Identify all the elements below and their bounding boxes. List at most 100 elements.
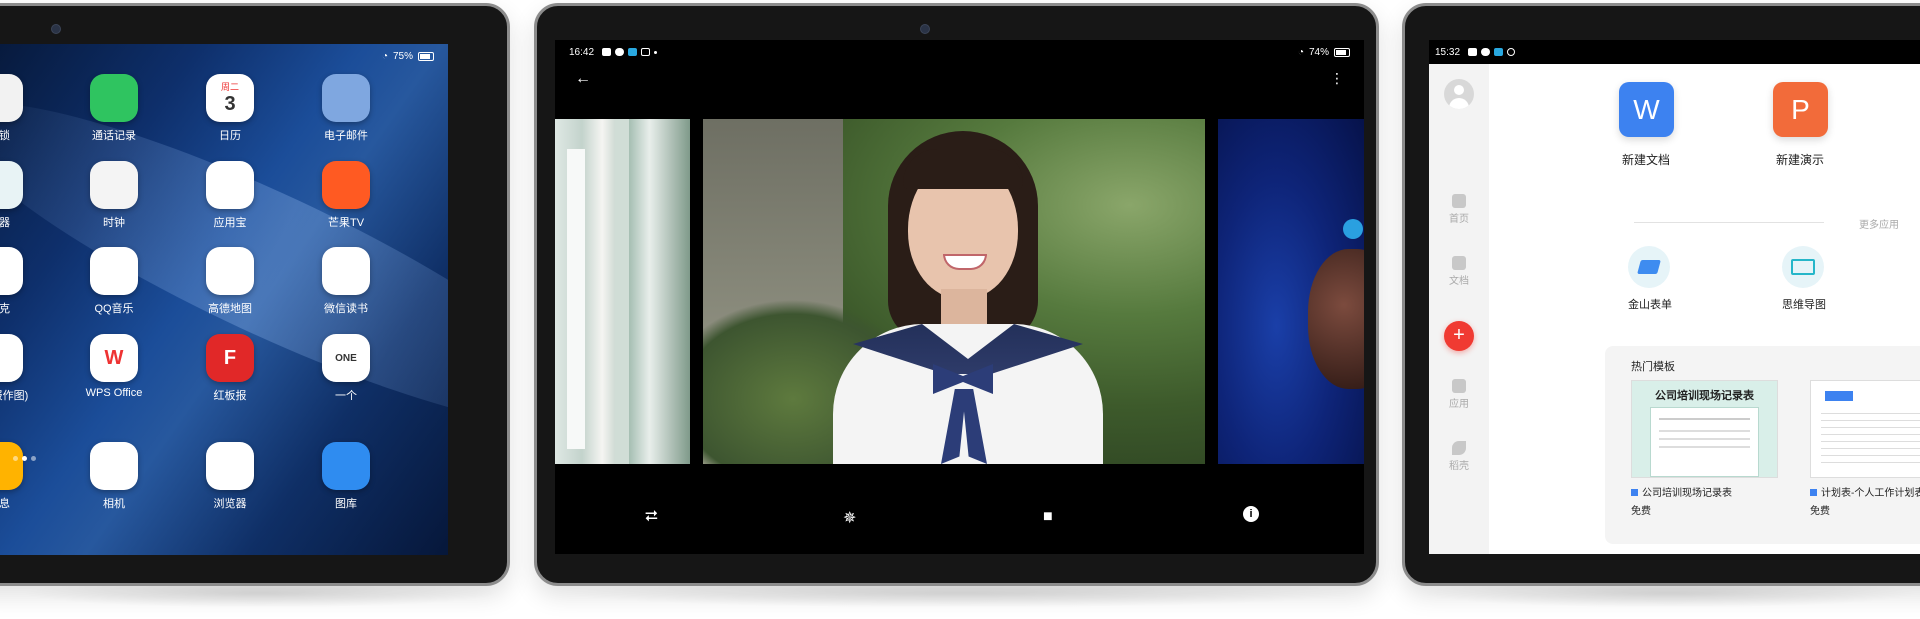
app-appstore[interactable]: 应用宝: [175, 161, 285, 230]
back-icon[interactable]: ←: [575, 70, 591, 88]
app-label: 一个: [335, 390, 357, 402]
document-icon: [1452, 256, 1466, 270]
app-label: 算器: [0, 217, 10, 229]
app-wps[interactable]: W WPS Office: [59, 334, 169, 399]
app-label: 日历: [219, 130, 241, 142]
app-label: 通话记录: [92, 130, 136, 142]
qq-music-icon: [90, 247, 138, 295]
amap-icon: [206, 247, 254, 295]
rail-docs[interactable]: 文档: [1429, 256, 1489, 287]
lock-icon: [0, 74, 23, 122]
app-label: 信息: [0, 498, 10, 510]
leaf-icon: [1452, 441, 1466, 455]
app-label: 高德地图: [208, 303, 252, 315]
home-screen: ◔ 75% 用锁 通话记录 周二3 日历 电子邮件算器 时钟 应用宝 芒果TV 夸克 QQ音乐 高德…: [0, 44, 448, 555]
doc-type-icon: [1631, 489, 1638, 496]
app-clock[interactable]: 时钟: [59, 161, 169, 230]
app-label: 时钟: [103, 217, 125, 229]
share-icon[interactable]: ⮂: [645, 508, 658, 526]
battery-text: 74%: [1308, 46, 1329, 58]
rail-apps[interactable]: 应用: [1429, 379, 1489, 410]
template-name[interactable]: 计划表-个人工作计划表: [1810, 484, 1920, 499]
wifi-icon: ◔: [381, 50, 388, 62]
avatar[interactable]: [1444, 79, 1474, 109]
app-label: 图库: [335, 498, 357, 510]
app-calculator[interactable]: 算器: [0, 161, 54, 230]
app-label: 浏览器: [213, 498, 247, 510]
tablet-gallery: 16:42 ◔ 74% ← ⋮ ⮂ ✵ ■ i: [534, 3, 1379, 586]
edit-effects-icon[interactable]: ✵: [843, 508, 856, 528]
app-label: 应用宝: [213, 217, 247, 229]
more-options-icon[interactable]: ⋮: [1330, 70, 1344, 87]
templates-title: 热门模板: [1631, 361, 1675, 373]
poster-icon: [0, 334, 23, 382]
app-gallery[interactable]: 图库: [291, 442, 401, 511]
app-label: 芒果TV: [327, 217, 365, 229]
info-icon[interactable]: i: [1243, 506, 1259, 522]
app-message[interactable]: 信息: [0, 442, 54, 511]
location-notif-icon: [1507, 48, 1516, 56]
cloud-notif-icon: [615, 48, 625, 56]
new-doc-icon[interactable]: W: [1619, 82, 1674, 137]
tablet-home: ◔ 75% 用锁 通话记录 周二3 日历 电子邮件算器 时钟 应用宝 芒果TV 夸克 QQ音乐 高德…: [0, 3, 510, 586]
status-bar: ◔ 75%: [0, 44, 448, 68]
app-phone[interactable]: 通话记录: [59, 74, 169, 143]
template-name[interactable]: 公司培训现场记录表: [1631, 484, 1732, 499]
app-label: 夸克: [0, 303, 10, 315]
flipboard-icon: F: [206, 334, 254, 382]
app-label: E(海报作图): [0, 390, 29, 402]
front-camera: [920, 24, 930, 34]
status-time: 16:42: [569, 46, 595, 58]
previous-photo[interactable]: [555, 119, 690, 464]
battery-icon: [418, 51, 434, 61]
mango-tv-icon: [322, 161, 370, 209]
front-camera: [51, 24, 61, 34]
app-wechat-read[interactable]: 微信读书: [291, 247, 401, 316]
app-label: 红板报: [213, 390, 247, 402]
new-slides-label: 新建演示: [1776, 153, 1825, 167]
template-thumb[interactable]: 公司培训现场记录表: [1631, 380, 1778, 478]
mail-icon: [322, 74, 370, 122]
gallery-screen: 16:42 ◔ 74% ← ⋮ ⮂ ✵ ■ i: [555, 40, 1364, 554]
rail-docer[interactable]: 稻壳: [1429, 441, 1489, 472]
app-amap[interactable]: 高德地图: [175, 247, 285, 316]
delete-icon[interactable]: ■: [1043, 508, 1053, 526]
wps-icon: W: [90, 334, 138, 382]
new-slides-icon[interactable]: P: [1773, 82, 1828, 137]
app-poster[interactable]: E(海报作图): [0, 334, 54, 403]
add-button[interactable]: +: [1444, 321, 1474, 351]
apps-icon: [1452, 379, 1466, 393]
app-camera[interactable]: 相机: [59, 442, 169, 511]
app-notif-icon: [1494, 48, 1504, 56]
status-bar: 15:32: [1429, 40, 1920, 64]
app-browser[interactable]: 浏览器: [175, 442, 285, 511]
template-thumb[interactable]: [1810, 380, 1920, 478]
new-doc-label: 新建文档: [1622, 153, 1671, 167]
app-qq-music[interactable]: QQ音乐: [59, 247, 169, 316]
app-lock[interactable]: 用锁: [0, 74, 54, 143]
template-price: 免费: [1810, 506, 1830, 517]
templates-card: 热门模板 公司培训现场记录表 公司培训现场记录表 免费 计划表-个人工作计划表 …: [1605, 346, 1920, 544]
app-mango-tv[interactable]: 芒果TV: [291, 161, 401, 230]
doc-type-icon: [1810, 489, 1817, 496]
mindmap-app-icon[interactable]: [1782, 246, 1824, 288]
app-mail[interactable]: 电子邮件: [291, 74, 401, 143]
image-notif-icon: [1468, 48, 1478, 56]
page-indicator: [13, 456, 36, 461]
more-apps-link[interactable]: 更多应用: [1859, 216, 1899, 231]
main-photo[interactable]: [703, 119, 1205, 464]
wechat-read-icon: [322, 247, 370, 295]
sheet-app-icon[interactable]: [1628, 246, 1670, 288]
wifi-icon: ◔: [1297, 46, 1304, 58]
app-one[interactable]: ONE 一个: [291, 334, 401, 403]
app-calendar[interactable]: 周二 3 日历: [175, 74, 285, 143]
rail-home[interactable]: 首页: [1429, 194, 1489, 225]
app-quark[interactable]: 夸克: [0, 247, 54, 316]
mindmap-app-label: 思维导图: [1782, 299, 1826, 311]
tablet-wps: 15:32 首页 文档 + 应用 稻壳 W 新建文档 P 新建演示 更多应用 金…: [1402, 3, 1920, 586]
status-time: 15:32: [1435, 46, 1461, 58]
camera-icon: [90, 442, 138, 490]
app-flipboard[interactable]: F 红板报: [175, 334, 285, 403]
next-photo[interactable]: [1218, 119, 1364, 464]
battery-icon: [1334, 47, 1350, 57]
